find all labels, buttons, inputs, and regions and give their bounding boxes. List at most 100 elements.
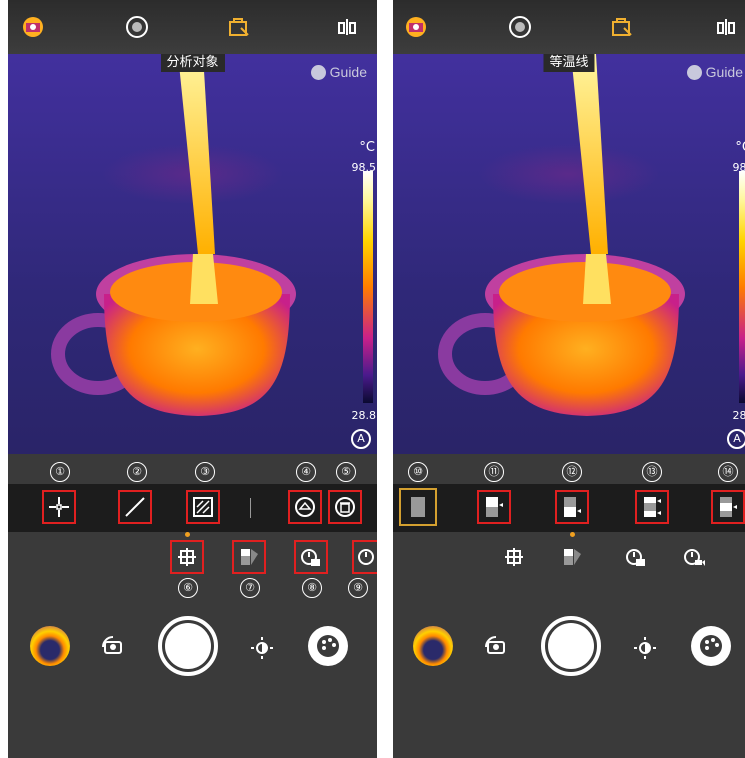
mode-number: ⑥ xyxy=(178,578,198,598)
palette-icon xyxy=(700,635,722,657)
isotherm-between-icon xyxy=(644,497,661,517)
isotherm-above-button[interactable] xyxy=(477,490,511,524)
switch-camera-icon[interactable] xyxy=(100,634,126,660)
crosshair-point-icon xyxy=(49,497,69,517)
top-bar xyxy=(393,0,745,54)
target-icon xyxy=(178,548,196,566)
split-view-icon[interactable] xyxy=(334,14,360,40)
target-icon xyxy=(505,548,523,566)
camera-settings-icon[interactable] xyxy=(507,14,533,40)
left-phone-screen: 分析对象 Guide °C 98.5 28.8 A ① ② ③ ④ ⑤ ⑥ ⑦ … xyxy=(8,0,377,758)
guide-logo-icon xyxy=(310,64,326,80)
line-icon xyxy=(125,497,145,517)
brand-logo: Guide xyxy=(686,64,743,80)
mode-row: ⑥ ⑦ ⑧ ⑨ xyxy=(8,532,377,604)
scale-min-value: 28.8 xyxy=(732,409,745,422)
tool-number: ⑪ xyxy=(484,462,504,482)
toolbox-icon[interactable] xyxy=(609,14,635,40)
right-phone-screen: 等温线 Guide °C 98.5 28.8 A ⑩ ⑪ ⑫ ⑬ ⑭ xyxy=(393,0,745,758)
camera-settings-icon[interactable] xyxy=(124,14,150,40)
isotherm-outside-button[interactable] xyxy=(711,490,745,524)
analysis-toolbar xyxy=(8,484,377,532)
gallery-thumbnail[interactable] xyxy=(30,626,70,666)
line-tool-button[interactable] xyxy=(118,490,152,524)
mode-number: ⑧ xyxy=(302,578,322,598)
scale-min-value: 28.8 xyxy=(351,409,377,422)
mode-number: ⑦ xyxy=(240,578,260,598)
isotherm-below-icon xyxy=(564,497,581,517)
timer-photo-icon xyxy=(626,549,645,566)
switch-camera-icon[interactable] xyxy=(483,634,509,660)
isotherm-mode-button[interactable] xyxy=(232,540,266,574)
isotherm-above-icon xyxy=(486,497,503,517)
tool-number: ⑫ xyxy=(562,462,582,482)
mode-row xyxy=(393,532,745,604)
brand-logo: Guide xyxy=(310,64,367,80)
palette-button[interactable] xyxy=(308,626,348,666)
toolbar-divider xyxy=(250,498,251,518)
isotherm-icon xyxy=(564,549,581,565)
page-title: 等温线 xyxy=(543,54,595,72)
clear-icon xyxy=(295,497,315,517)
isotherm-mode-button[interactable] xyxy=(555,540,589,574)
timer-video-button[interactable] xyxy=(352,540,377,574)
isotherm-below-button[interactable] xyxy=(555,490,589,524)
isotherm-toolbar xyxy=(393,484,745,532)
tool-number: ⑬ xyxy=(642,462,662,482)
thermal-image xyxy=(51,54,296,416)
timer-photo-button[interactable] xyxy=(294,540,328,574)
active-mode-dot xyxy=(185,532,190,537)
temperature-unit: °C xyxy=(359,140,375,155)
thermal-view[interactable]: 等温线 Guide °C 98.5 28.8 A xyxy=(393,54,745,454)
brightness-icon[interactable] xyxy=(250,636,274,660)
split-view-icon[interactable] xyxy=(713,14,739,40)
brightness-icon[interactable] xyxy=(633,636,657,660)
timer-video-button[interactable] xyxy=(677,540,711,574)
temperature-unit: °C xyxy=(735,140,745,155)
gallery-thumbnail[interactable] xyxy=(413,626,453,666)
tool-number: ⑤ xyxy=(336,462,356,482)
area-tool-button[interactable] xyxy=(186,490,220,524)
auto-scale-button[interactable]: A xyxy=(727,429,745,449)
tool-number-labels: ① ② ③ ④ ⑤ xyxy=(8,454,377,484)
tool-number-labels: ⑩ ⑪ ⑫ ⑬ ⑭ xyxy=(393,454,745,484)
capture-bar xyxy=(393,614,745,694)
thermal-image xyxy=(438,54,685,416)
guide-logo-icon xyxy=(686,64,702,80)
tool-number: ② xyxy=(127,462,147,482)
timer-photo-button[interactable] xyxy=(619,540,653,574)
isotherm-outside-icon xyxy=(720,497,737,517)
auto-scale-button[interactable]: A xyxy=(351,429,371,449)
capture-bar xyxy=(8,614,377,694)
active-mode-dot xyxy=(570,532,575,537)
mode-number: ⑨ xyxy=(348,578,368,598)
tool-number: ⑩ xyxy=(408,462,428,482)
isotherm-off-button[interactable] xyxy=(399,488,437,526)
device-icon[interactable] xyxy=(403,14,429,40)
tool-number: ① xyxy=(50,462,70,482)
isotherm-icon xyxy=(241,549,258,565)
color-scale-bar xyxy=(363,171,373,403)
tool-number: ④ xyxy=(296,462,316,482)
thermal-view[interactable]: 分析对象 Guide °C 98.5 28.8 A xyxy=(8,54,377,454)
timer-video-icon xyxy=(684,549,705,566)
shutter-button[interactable] xyxy=(541,616,601,676)
timer-photo-icon xyxy=(301,549,320,566)
isotherm-off-icon xyxy=(411,497,425,517)
clear-tool-button[interactable] xyxy=(288,490,322,524)
timer-video-icon xyxy=(358,549,374,565)
tool-number: ⑭ xyxy=(718,462,738,482)
device-icon[interactable] xyxy=(20,14,46,40)
target-mode-button[interactable] xyxy=(170,540,204,574)
target-mode-button[interactable] xyxy=(497,540,531,574)
color-scale-bar xyxy=(739,171,745,403)
palette-button[interactable] xyxy=(691,626,731,666)
shutter-button[interactable] xyxy=(158,616,218,676)
isotherm-between-button[interactable] xyxy=(635,490,669,524)
page-title: 分析对象 xyxy=(160,54,225,72)
toolbox-icon[interactable] xyxy=(226,14,252,40)
spot-tool-button[interactable] xyxy=(42,490,76,524)
top-bar xyxy=(8,0,377,54)
palette-icon xyxy=(317,635,339,657)
delete-tool-button[interactable] xyxy=(328,490,362,524)
